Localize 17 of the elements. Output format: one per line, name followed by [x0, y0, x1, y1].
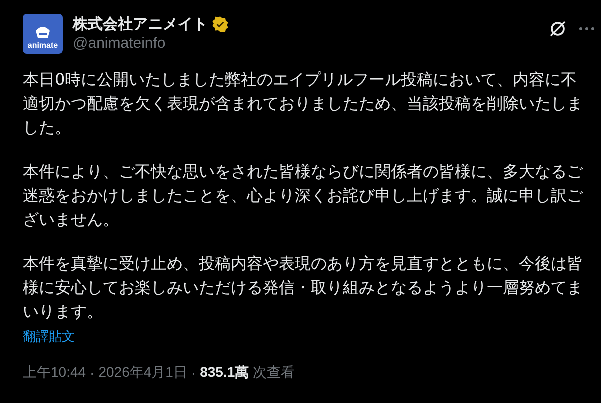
separator-dot: · — [90, 365, 95, 381]
view-count: 835.1萬 — [200, 364, 250, 382]
post-date[interactable]: 2026年4月1日 — [98, 364, 188, 382]
author-name[interactable]: 株式会社アニメイト — [73, 15, 208, 34]
slashed-circle-icon[interactable] — [549, 20, 567, 38]
more-icon[interactable] — [579, 27, 595, 31]
translate-link[interactable]: 翻譯貼文 — [23, 328, 75, 346]
author-handle[interactable]: @animateinfo — [73, 35, 539, 52]
views-label: 次查看 — [253, 364, 296, 382]
avatar[interactable]: animate — [23, 14, 63, 54]
avatar-logo-text: animate — [28, 41, 58, 50]
post-time[interactable]: 上午10:44 — [23, 364, 86, 382]
post-paragraph: 本件により、ご不快な思いをされた皆様ならびに関係者の皆様に、多大なるご迷惑をおかけしましたことを、心より深くお詫び申し上げます。誠に申し訳ございません。 — [23, 161, 584, 231]
mascot-icon — [34, 25, 52, 39]
separator-dot: · — [191, 365, 196, 381]
post-paragraph: 本日0時に公開いたしました弊社のエイプリルフール投稿において、内容に不適切かつ配慮を欠く表現が含まれておりましたため、当該投稿を削除いたしました。 — [23, 69, 584, 139]
post-paragraph: 本件を真摯に受け止め、投稿内容や表現のあり方を見直すとともに、今後は皆様に安心してお楽しみいただける発信・取り組みとなるようより一層努めてまいります。 — [23, 253, 584, 323]
